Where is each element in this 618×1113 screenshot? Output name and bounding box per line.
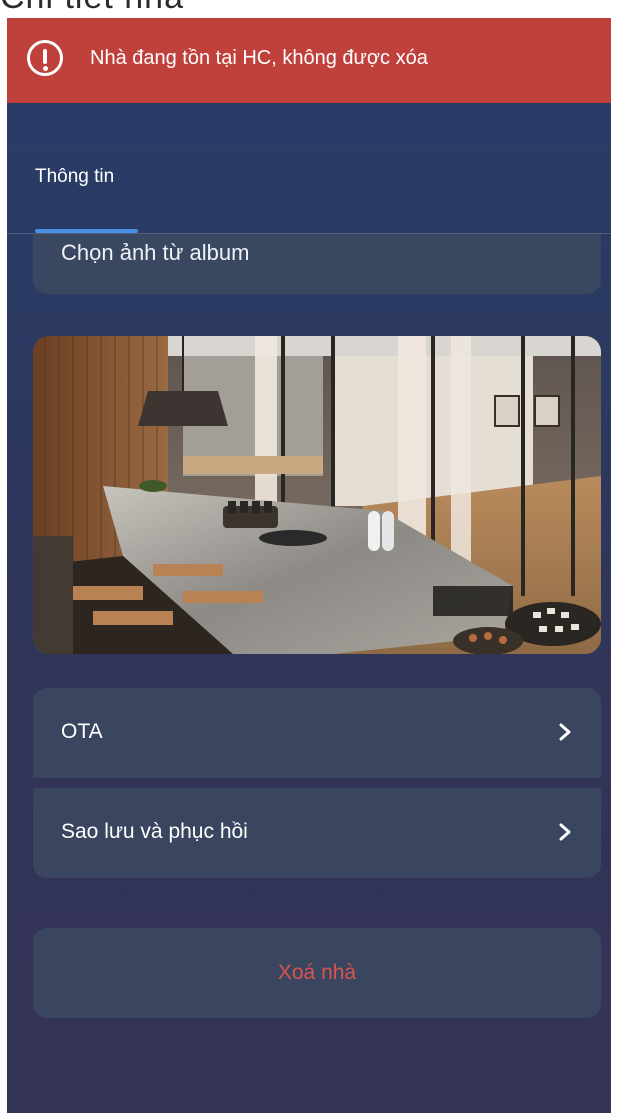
menu-item-backup-restore[interactable]: Sao lưu và phục hồi — [33, 788, 601, 878]
menu-item-ota[interactable]: OTA — [33, 688, 601, 778]
menu-item-backup-restore-label: Sao lưu và phục hồi — [61, 820, 248, 843]
underlying-page-title-text: Chi tiết nhà — [0, 0, 184, 17]
chevron-right-icon — [559, 723, 571, 741]
choose-from-album-label: Chọn ảnh từ album — [61, 240, 250, 265]
tab-info[interactable]: Thông tin — [35, 166, 114, 188]
alert-circle-icon — [27, 40, 63, 76]
error-toast: Nhà đang tồn tại HC, không được xóa — [7, 18, 611, 103]
delete-house-label: Xoá nhà — [277, 961, 357, 984]
underlying-page-title: Chi tiết nhà — [0, 0, 618, 18]
menu-item-ota-label: OTA — [61, 720, 103, 743]
toast-message: Nhà đang tồn tại HC, không được xóa — [90, 47, 428, 69]
chevron-right-icon — [559, 823, 571, 841]
house-photo[interactable] — [33, 336, 601, 654]
house-settings-screen: Nhà đang tồn tại HC, không được xóa Thôn… — [7, 18, 611, 1113]
content-scroll-area[interactable]: Chọn ảnh từ album OTA Sao lưu và phục hồ… — [7, 234, 611, 1113]
delete-house-button[interactable]: Xoá nhà — [33, 928, 601, 1018]
choose-from-album-button[interactable]: Chọn ảnh từ album — [33, 234, 601, 294]
